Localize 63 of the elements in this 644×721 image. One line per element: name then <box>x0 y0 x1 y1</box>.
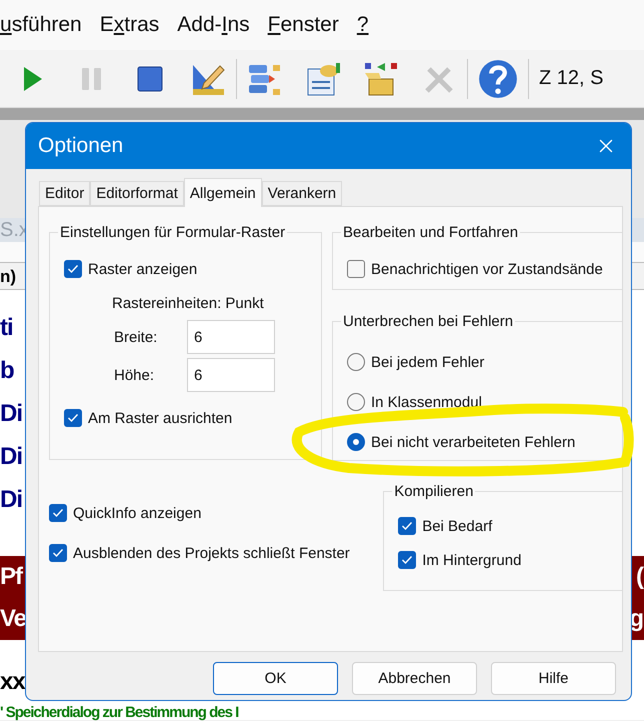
field-label: Höhe: <box>113 366 156 384</box>
option-label: Raster anzeigen <box>88 260 198 278</box>
input-field[interactable]: 6 <box>187 320 275 354</box>
code-text: Di <box>0 488 22 512</box>
dialog-button[interactable]: OK <box>213 662 338 695</box>
menu-item[interactable]: usführen <box>0 13 82 37</box>
group-title: Bearbeiten und Fortfahren <box>342 225 520 241</box>
tab[interactable]: Editor <box>39 181 90 206</box>
units-label: Rastereinheiten: Punkt <box>112 295 265 312</box>
checkbox[interactable] <box>49 544 67 562</box>
code-text: Pf <box>0 565 22 589</box>
option-label: Im Hintergrund <box>422 552 522 568</box>
tab[interactable]: Editorformat <box>90 181 184 206</box>
checkbox[interactable] <box>398 517 416 535</box>
option-label: Bei nicht verarbeiteten Fehlern <box>371 434 576 450</box>
cursor-position: Z 12, S <box>539 67 604 90</box>
tab[interactable]: Verankern <box>262 181 342 206</box>
properties-window-icon[interactable] <box>305 60 341 96</box>
option-label: Am Raster ausrichten <box>88 410 232 426</box>
menu-item[interactable]: Add-Ins <box>177 13 250 37</box>
option-label: QuickInfo anzeigen <box>73 504 202 522</box>
dialog-button[interactable]: Abbrechen <box>352 662 477 695</box>
option-label: Ausblenden des Projekts schließt Fenster <box>73 544 350 562</box>
code-text: ( <box>636 565 643 589</box>
checkbox[interactable] <box>64 409 82 427</box>
checkbox[interactable] <box>49 504 67 522</box>
menu-item[interactable]: Extras <box>100 13 160 37</box>
code-text: xx <box>0 670 25 694</box>
check-icon <box>401 521 414 531</box>
code-text: ti <box>0 316 13 340</box>
check-icon <box>52 548 64 558</box>
code-line: n) <box>0 268 16 284</box>
code-text: Di <box>0 444 22 468</box>
option-label: In Klassenmodul <box>371 394 482 410</box>
checkbox[interactable] <box>64 260 82 278</box>
field-label: Breite: <box>113 328 158 346</box>
checkbox[interactable] <box>347 260 365 278</box>
check-icon <box>67 264 79 274</box>
radio-button[interactable] <box>347 393 365 411</box>
radio-button[interactable] <box>347 433 365 451</box>
group-title: Einstellungen für Formular-Raster <box>59 225 286 241</box>
code-text: Ve <box>0 607 26 631</box>
code-text: Di <box>0 402 22 426</box>
help-icon[interactable] <box>478 58 518 98</box>
dialog-title: Optionen <box>38 134 124 158</box>
tab[interactable]: Allgemein <box>184 178 262 207</box>
open-box-icon[interactable] <box>363 60 399 96</box>
check-icon <box>401 555 414 565</box>
code-text: b <box>0 358 14 382</box>
radio-button[interactable] <box>347 353 365 371</box>
group-title: Kompilieren <box>393 484 474 500</box>
input-field[interactable]: 6 <box>187 358 275 392</box>
option-label: Bei jedem Fehler <box>371 354 484 370</box>
checkbox[interactable] <box>398 551 416 569</box>
menu-item[interactable]: Fenster <box>268 13 339 37</box>
code-text: ' Speicherdialog zur Bestimmung des I <box>0 705 238 720</box>
dialog-button[interactable]: Hilfe <box>491 662 616 695</box>
check-icon <box>52 508 64 518</box>
group-title: Unterbrechen bei Fehlern <box>342 314 514 330</box>
check-icon <box>67 413 79 423</box>
option-label: Benachrichtigen vor Zustandsände <box>371 260 603 278</box>
option-label: Bei Bedarf <box>422 518 492 534</box>
menu-item[interactable]: ? <box>356 13 369 37</box>
